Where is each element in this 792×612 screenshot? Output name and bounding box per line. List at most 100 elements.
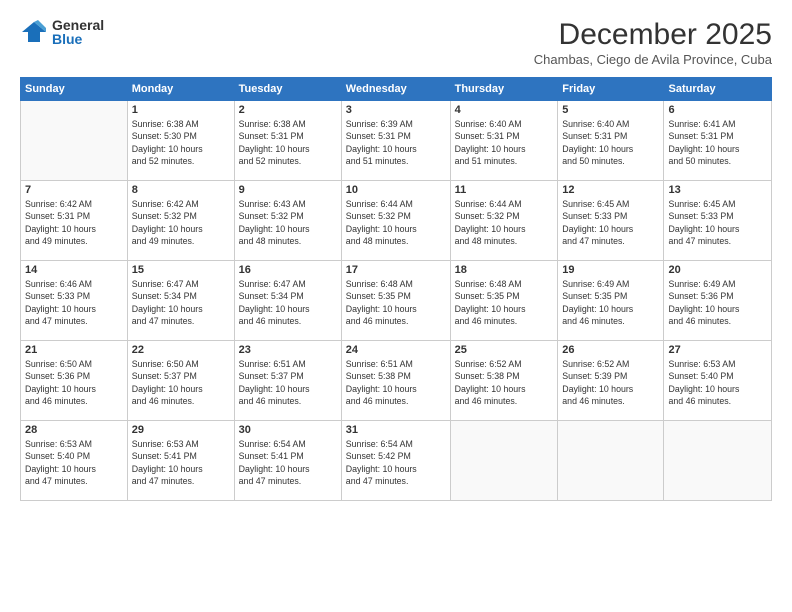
day-info: Sunrise: 6:42 AM Sunset: 5:32 PM Dayligh… [132,198,230,247]
calendar-header-saturday: Saturday [664,78,772,101]
day-number: 21 [25,344,123,356]
calendar-header-wednesday: Wednesday [341,78,450,101]
logo-blue: Blue [52,32,104,46]
calendar-cell [558,421,664,501]
day-number: 9 [239,184,337,196]
day-number: 23 [239,344,337,356]
logo: General Blue [20,18,104,46]
day-number: 16 [239,264,337,276]
day-info: Sunrise: 6:53 AM Sunset: 5:41 PM Dayligh… [132,438,230,487]
calendar-cell: 29 Sunrise: 6:53 AM Sunset: 5:41 PM Dayli… [127,421,234,501]
page: General Blue December 2025 Chambas, Cieg… [0,0,792,612]
calendar-cell: 2Sunrise: 6:38 AM Sunset: 5:31 PM Daylig… [234,101,341,181]
day-info: Sunrise: 6:41 AM Sunset: 5:31 PM Dayligh… [668,118,767,167]
logo-text: General Blue [52,18,104,46]
calendar-cell: 21Sunrise: 6:50 AM Sunset: 5:36 PM Dayli… [21,341,128,421]
calendar-cell: 12Sunrise: 6:45 AM Sunset: 5:33 PM Dayli… [558,181,664,261]
day-number: 6 [668,104,767,116]
day-number: 14 [25,264,123,276]
calendar-cell: 26 Sunrise: 6:52 AM Sunset: 5:39 PM Dayli… [558,341,664,421]
day-number: 11 [455,184,554,196]
day-info: Sunrise: 6:39 AM Sunset: 5:31 PM Dayligh… [346,118,446,167]
day-info: Sunrise: 6:48 AM Sunset: 5:35 PM Dayligh… [346,278,446,327]
calendar-cell: 4Sunrise: 6:40 AM Sunset: 5:31 PM Daylig… [450,101,558,181]
day-info: Sunrise: 6:38 AM Sunset: 5:30 PM Dayligh… [132,118,230,167]
calendar-cell: 30 Sunrise: 6:54 AM Sunset: 5:41 PM Dayli… [234,421,341,501]
calendar-header-row: SundayMondayTuesdayWednesdayThursdayFrid… [21,78,772,101]
calendar-week-5: 28 Sunrise: 6:53 AM Sunset: 5:40 PM Dayli… [21,421,772,501]
day-info: Sunrise: 6:45 AM Sunset: 5:33 PM Dayligh… [668,198,767,247]
day-info: Sunrise: 6:42 AM Sunset: 5:31 PM Dayligh… [25,198,123,247]
day-number: 25 [455,344,554,356]
calendar-cell: 10 Sunrise: 6:44 AM Sunset: 5:32 PM Dayli… [341,181,450,261]
day-number: 22 [132,344,230,356]
calendar: SundayMondayTuesdayWednesdayThursdayFrid… [20,77,772,501]
day-number: 1 [132,104,230,116]
calendar-week-1: 1 Sunrise: 6:38 AM Sunset: 5:30 PM Daylig… [21,101,772,181]
calendar-cell: 13Sunrise: 6:45 AM Sunset: 5:33 PM Dayli… [664,181,772,261]
calendar-cell: 22 Sunrise: 6:50 AM Sunset: 5:37 PM Dayli… [127,341,234,421]
calendar-cell: 23 Sunrise: 6:51 AM Sunset: 5:37 PM Dayli… [234,341,341,421]
calendar-cell: 27 Sunrise: 6:53 AM Sunset: 5:40 PM Dayli… [664,341,772,421]
day-info: Sunrise: 6:54 AM Sunset: 5:41 PM Dayligh… [239,438,337,487]
day-info: Sunrise: 6:54 AM Sunset: 5:42 PM Dayligh… [346,438,446,487]
logo-general: General [52,18,104,32]
calendar-cell: 5 Sunrise: 6:40 AM Sunset: 5:31 PM Daylig… [558,101,664,181]
calendar-header-monday: Monday [127,78,234,101]
month-title: December 2025 [534,18,772,52]
calendar-cell: 16 Sunrise: 6:47 AM Sunset: 5:34 PM Dayli… [234,261,341,341]
day-info: Sunrise: 6:46 AM Sunset: 5:33 PM Dayligh… [25,278,123,327]
day-info: Sunrise: 6:44 AM Sunset: 5:32 PM Dayligh… [346,198,446,247]
day-number: 17 [346,264,446,276]
calendar-cell: 6 Sunrise: 6:41 AM Sunset: 5:31 PM Daylig… [664,101,772,181]
calendar-cell: 1 Sunrise: 6:38 AM Sunset: 5:30 PM Daylig… [127,101,234,181]
calendar-cell: 11 Sunrise: 6:44 AM Sunset: 5:32 PM Dayli… [450,181,558,261]
day-number: 20 [668,264,767,276]
calendar-cell: 3 Sunrise: 6:39 AM Sunset: 5:31 PM Daylig… [341,101,450,181]
day-number: 18 [455,264,554,276]
day-number: 10 [346,184,446,196]
calendar-header-tuesday: Tuesday [234,78,341,101]
day-number: 31 [346,424,446,436]
day-info: Sunrise: 6:44 AM Sunset: 5:32 PM Dayligh… [455,198,554,247]
day-info: Sunrise: 6:45 AM Sunset: 5:33 PM Dayligh… [562,198,659,247]
day-info: Sunrise: 6:53 AM Sunset: 5:40 PM Dayligh… [668,358,767,407]
day-number: 28 [25,424,123,436]
day-info: Sunrise: 6:49 AM Sunset: 5:36 PM Dayligh… [668,278,767,327]
day-info: Sunrise: 6:50 AM Sunset: 5:37 PM Dayligh… [132,358,230,407]
calendar-header-friday: Friday [558,78,664,101]
day-number: 27 [668,344,767,356]
day-number: 29 [132,424,230,436]
day-number: 24 [346,344,446,356]
day-number: 4 [455,104,554,116]
calendar-cell [450,421,558,501]
calendar-cell: 14 Sunrise: 6:46 AM Sunset: 5:33 PM Dayli… [21,261,128,341]
day-number: 7 [25,184,123,196]
calendar-cell: 19Sunrise: 6:49 AM Sunset: 5:35 PM Dayli… [558,261,664,341]
day-number: 26 [562,344,659,356]
day-info: Sunrise: 6:53 AM Sunset: 5:40 PM Dayligh… [25,438,123,487]
day-info: Sunrise: 6:40 AM Sunset: 5:31 PM Dayligh… [562,118,659,167]
calendar-cell: 24 Sunrise: 6:51 AM Sunset: 5:38 PM Dayli… [341,341,450,421]
calendar-cell [21,101,128,181]
calendar-header-thursday: Thursday [450,78,558,101]
calendar-cell: 7 Sunrise: 6:42 AM Sunset: 5:31 PM Daylig… [21,181,128,261]
day-info: Sunrise: 6:48 AM Sunset: 5:35 PM Dayligh… [455,278,554,327]
location: Chambas, Ciego de Avila Province, Cuba [534,52,772,67]
day-info: Sunrise: 6:51 AM Sunset: 5:38 PM Dayligh… [346,358,446,407]
day-number: 3 [346,104,446,116]
day-number: 5 [562,104,659,116]
day-info: Sunrise: 6:51 AM Sunset: 5:37 PM Dayligh… [239,358,337,407]
calendar-cell: 18 Sunrise: 6:48 AM Sunset: 5:35 PM Dayli… [450,261,558,341]
calendar-week-4: 21Sunrise: 6:50 AM Sunset: 5:36 PM Dayli… [21,341,772,421]
day-number: 15 [132,264,230,276]
day-info: Sunrise: 6:47 AM Sunset: 5:34 PM Dayligh… [239,278,337,327]
title-block: December 2025 Chambas, Ciego de Avila Pr… [534,18,772,67]
calendar-week-3: 14 Sunrise: 6:46 AM Sunset: 5:33 PM Dayli… [21,261,772,341]
day-number: 2 [239,104,337,116]
calendar-cell: 9Sunrise: 6:43 AM Sunset: 5:32 PM Daylig… [234,181,341,261]
calendar-cell: 20 Sunrise: 6:49 AM Sunset: 5:36 PM Dayli… [664,261,772,341]
calendar-cell: 15Sunrise: 6:47 AM Sunset: 5:34 PM Dayli… [127,261,234,341]
day-number: 30 [239,424,337,436]
day-info: Sunrise: 6:52 AM Sunset: 5:39 PM Dayligh… [562,358,659,407]
